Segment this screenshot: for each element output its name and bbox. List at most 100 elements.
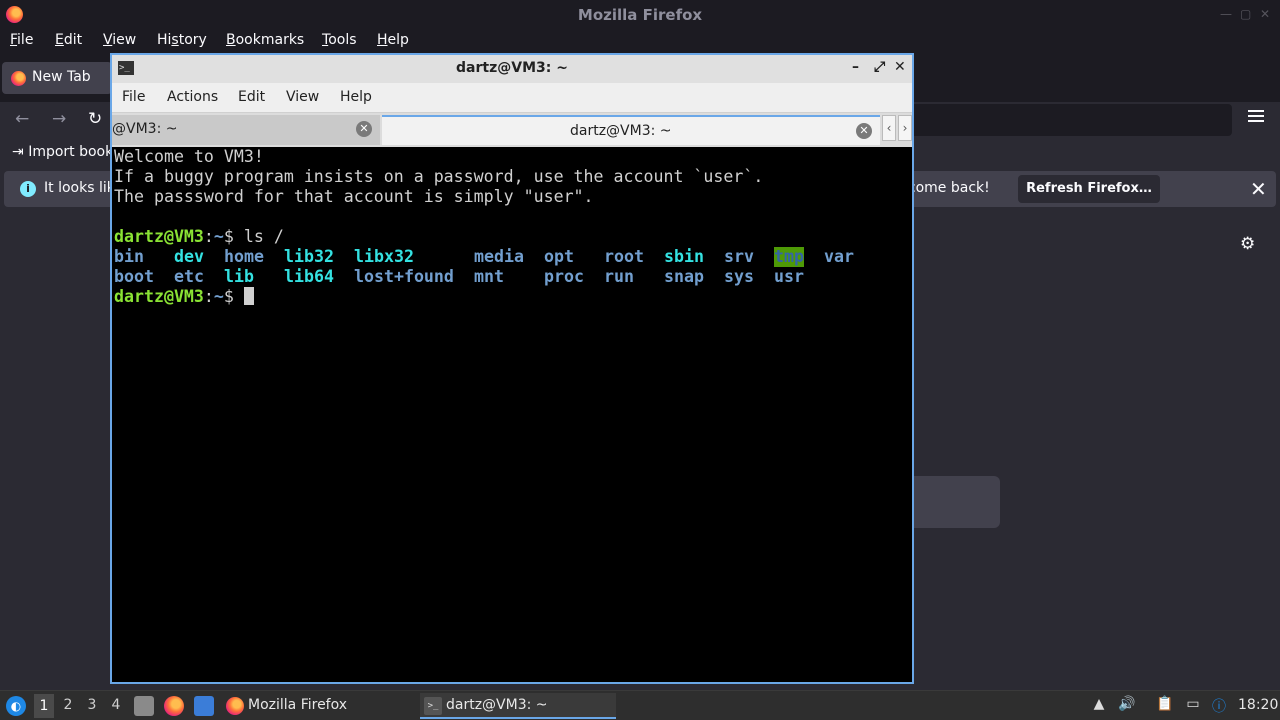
- terminal-minimize-icon[interactable]: –: [852, 59, 859, 75]
- terminal-window[interactable]: >_ dartz@VM3: ~ – ⤢ ✕ File Actions Edit …: [110, 53, 914, 684]
- terminal-window-title: dartz@VM3: ~: [456, 60, 568, 76]
- terminal-menu-view[interactable]: View: [286, 89, 319, 105]
- taskbar: ◐ 1 2 3 4 Mozilla Firefox >_ dartz@VM3: …: [0, 690, 1280, 720]
- close-notification-icon[interactable]: ✕: [1250, 177, 1267, 201]
- newtab-panel[interactable]: [904, 476, 1000, 528]
- workspace-4[interactable]: 4: [106, 697, 126, 713]
- prompt-end: $: [223, 227, 244, 246]
- terminal-tab-label: @VM3: ~: [112, 121, 178, 137]
- ls-entry: sbin: [664, 247, 704, 266]
- terminal-line: If a buggy program insists on a password…: [114, 167, 764, 186]
- ls-entry: usr: [774, 267, 804, 286]
- ls-entry: snap: [664, 267, 704, 286]
- tab-new-tab[interactable]: New Tab: [2, 62, 112, 94]
- terminal-tab-2[interactable]: dartz@VM3: ~ ✕: [382, 115, 880, 145]
- terminal-cursor: [243, 287, 254, 305]
- terminal-menu-actions[interactable]: Actions: [167, 89, 218, 105]
- menu-history[interactable]: History: [157, 32, 207, 48]
- firefox-task-icon: [226, 697, 244, 715]
- refresh-firefox-button[interactable]: Refresh Firefox…: [1018, 175, 1160, 203]
- ls-entry: lib: [224, 267, 254, 286]
- prompt-sep: :: [203, 227, 214, 246]
- prompt-path: ~: [213, 287, 224, 306]
- ls-entry: etc: [174, 267, 204, 286]
- display-icon[interactable]: ▭: [1184, 696, 1202, 714]
- terminal-prompt-line: dartz@VM3:~$: [114, 287, 254, 307]
- notification-message: It looks lik: [44, 180, 115, 196]
- tab-label: New Tab: [32, 69, 91, 85]
- minimize-icon[interactable]: —: [1220, 7, 1232, 21]
- ls-entry: lost+found: [354, 267, 454, 286]
- terminal-tab-1[interactable]: @VM3: ~ ✕: [112, 115, 380, 145]
- back-icon[interactable]: ←: [15, 109, 29, 129]
- tab-scroll-left-icon[interactable]: ‹: [882, 115, 896, 141]
- url-bar[interactable]: [910, 104, 1232, 136]
- ls-entry: root: [604, 247, 644, 266]
- reload-icon[interactable]: ↻: [88, 109, 102, 129]
- terminal-prompt-line: dartz@VM3:~$ ls /: [114, 227, 284, 247]
- forward-icon[interactable]: →: [52, 109, 66, 129]
- ls-entry: boot: [114, 267, 154, 286]
- menu-bookmarks[interactable]: Bookmarks: [226, 32, 304, 48]
- file-manager-icon[interactable]: [134, 696, 154, 716]
- workspace-2[interactable]: 2: [58, 697, 78, 713]
- hamburger-menu-icon[interactable]: [1248, 110, 1264, 124]
- ls-entry: media: [474, 247, 524, 266]
- terminal-output[interactable]: Welcome to VM3! If a buggy program insis…: [114, 147, 910, 682]
- info-icon: i: [20, 181, 36, 197]
- maximize-icon[interactable]: ▢: [1240, 7, 1251, 21]
- terminal-close-icon[interactable]: ✕: [894, 59, 906, 75]
- menu-edit[interactable]: Edit: [55, 32, 82, 48]
- volume-icon[interactable]: 🔊: [1118, 696, 1136, 714]
- import-bookmarks-button[interactable]: ⇥ Import book: [12, 144, 113, 160]
- menu-tools[interactable]: Tools: [322, 32, 357, 48]
- ls-entry: sys: [724, 267, 754, 286]
- task-firefox[interactable]: Mozilla Firefox: [222, 693, 412, 719]
- clipboard-icon[interactable]: 📋: [1156, 696, 1174, 714]
- terminal-menu-edit[interactable]: Edit: [238, 89, 265, 105]
- terminal-command: ls /: [243, 227, 284, 246]
- firefox-window-title: Mozilla Firefox: [577, 6, 703, 24]
- ls-entry: opt: [544, 247, 574, 266]
- update-icon[interactable]: ⓘ: [1210, 696, 1228, 715]
- start-menu-icon[interactable]: ◐: [6, 696, 26, 716]
- prompt-sep: :: [203, 287, 214, 306]
- menu-view[interactable]: View: [103, 32, 136, 48]
- ls-entry: lib64: [284, 267, 334, 286]
- ls-entry: home: [224, 247, 264, 266]
- firefox-launcher-icon[interactable]: [164, 696, 184, 716]
- close-icon[interactable]: ✕: [1260, 7, 1270, 21]
- workspace-3[interactable]: 3: [82, 697, 102, 713]
- firefox-titlebar: Mozilla Firefox — ▢ ✕: [0, 0, 1280, 30]
- task-label: dartz@VM3: ~: [446, 697, 548, 713]
- desktop-icon[interactable]: [194, 696, 214, 716]
- prompt-end: $: [223, 287, 244, 306]
- terminal-task-icon: >_: [424, 697, 442, 715]
- ls-entry: run: [604, 267, 634, 286]
- workspace-1[interactable]: 1: [34, 694, 54, 718]
- ls-entry: lib32: [284, 247, 334, 266]
- tray-arrow-icon[interactable]: ▲: [1090, 696, 1108, 714]
- ls-entry: proc: [544, 267, 584, 286]
- close-tab-icon[interactable]: ✕: [356, 121, 372, 137]
- terminal-menu-file[interactable]: File: [122, 89, 145, 105]
- ls-entry: libx32: [354, 247, 414, 266]
- terminal-titlebar[interactable]: >_ dartz@VM3: ~ – ⤢ ✕: [112, 55, 912, 83]
- menu-help[interactable]: Help: [377, 32, 409, 48]
- close-tab-icon[interactable]: ✕: [856, 123, 872, 139]
- terminal-line: The passsword for that account is simply…: [114, 187, 594, 206]
- clock[interactable]: 18:20: [1238, 697, 1278, 713]
- tab-scroll-right-icon[interactable]: ›: [898, 115, 912, 141]
- ls-entry: var: [824, 247, 854, 266]
- firefox-tab-icon: [11, 71, 26, 86]
- task-terminal[interactable]: >_ dartz@VM3: ~: [420, 693, 616, 719]
- prompt-path: ~: [213, 227, 224, 246]
- notification-message-end: lcome back!: [904, 180, 990, 196]
- terminal-menubar: File Actions Edit View Help: [112, 83, 912, 113]
- import-bookmarks-label: Import book: [28, 144, 114, 160]
- settings-gear-icon[interactable]: ⚙: [1240, 234, 1255, 254]
- task-label: Mozilla Firefox: [248, 697, 348, 713]
- menu-file[interactable]: File: [10, 32, 33, 48]
- terminal-maximize-icon[interactable]: ⤢: [874, 59, 885, 75]
- terminal-menu-help[interactable]: Help: [340, 89, 372, 105]
